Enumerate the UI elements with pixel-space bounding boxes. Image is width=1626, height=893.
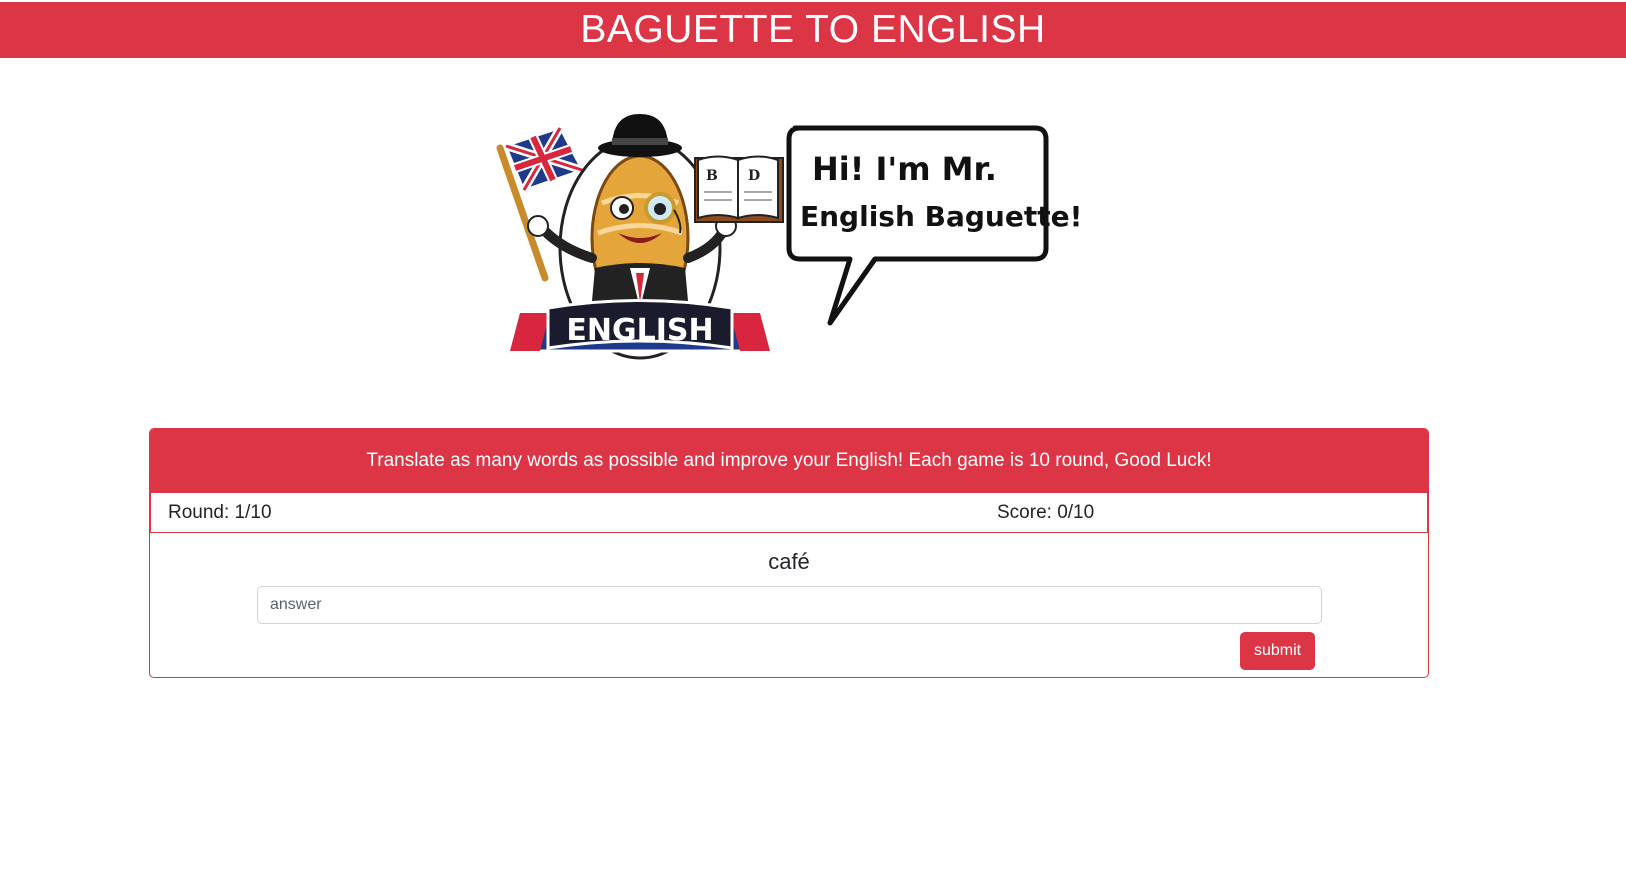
mascot-illustration: B D ENGLISH Hi! I'm Mr. English Baguette… bbox=[490, 108, 1090, 383]
mascot-graphic: B D ENGLISH Hi! I'm Mr. English Baguette… bbox=[496, 114, 1082, 360]
score-counter: Score: 0/10 bbox=[997, 501, 1095, 523]
stats-bar: Round: 1/10 Score: 0/10 bbox=[150, 492, 1428, 533]
svg-text:D: D bbox=[748, 168, 760, 184]
speech-line-2: English Baguette! bbox=[800, 200, 1082, 233]
book-icon: B D bbox=[694, 155, 784, 223]
round-counter: Round: 1/10 bbox=[168, 501, 272, 523]
page-title: BAGUETTE TO ENGLISH bbox=[580, 8, 1046, 51]
union-jack-flag-icon bbox=[504, 125, 584, 193]
game-card: Translate as many words as possible and … bbox=[149, 428, 1429, 678]
svg-text:B: B bbox=[706, 168, 718, 184]
english-banner: ENGLISH bbox=[510, 299, 770, 353]
app-header: BAGUETTE TO ENGLISH bbox=[0, 2, 1626, 58]
current-word: café bbox=[768, 549, 810, 574]
banner-text: ENGLISH bbox=[566, 313, 713, 348]
speech-bubble: Hi! I'm Mr. English Baguette! bbox=[786, 125, 1082, 326]
answer-input[interactable] bbox=[257, 586, 1322, 624]
submit-button[interactable]: submit bbox=[1240, 632, 1315, 670]
instructions-banner: Translate as many words as possible and … bbox=[150, 429, 1428, 492]
speech-line-1: Hi! I'm Mr. bbox=[812, 150, 997, 188]
